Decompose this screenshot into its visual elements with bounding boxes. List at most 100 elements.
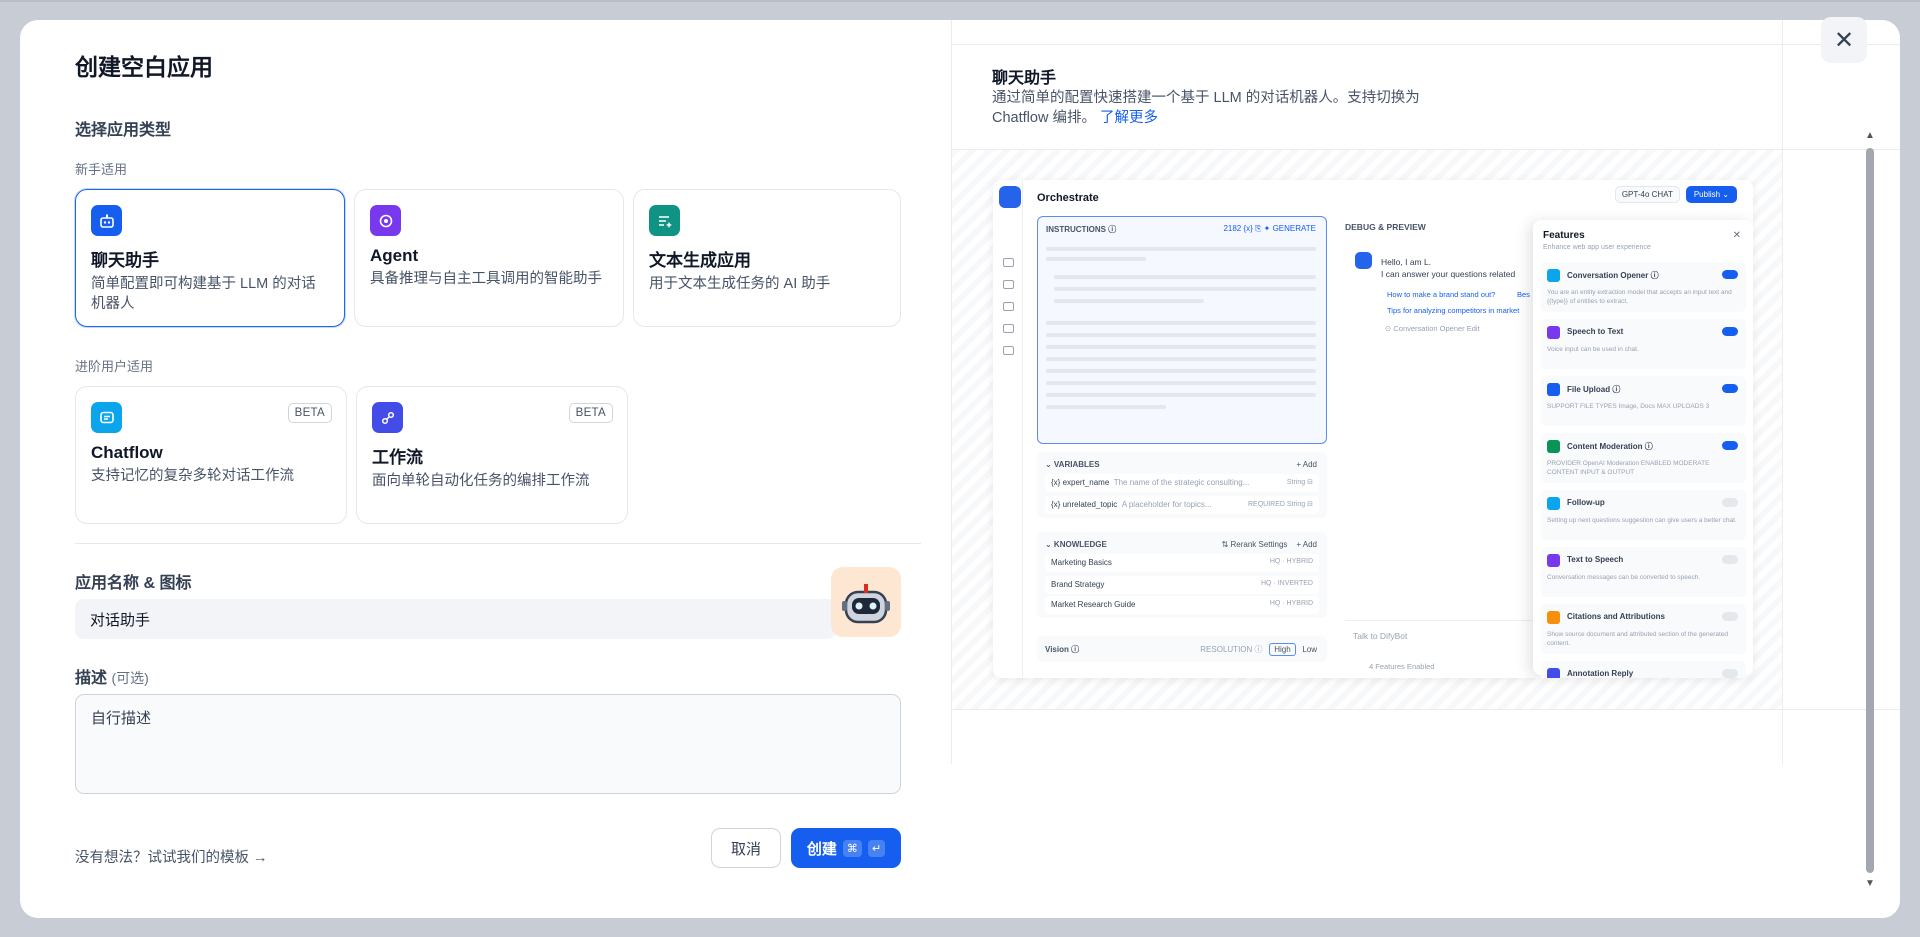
text-generate-icon bbox=[649, 205, 680, 236]
workflow-icon bbox=[372, 402, 403, 433]
placeholder-line bbox=[1046, 247, 1316, 251]
preview-variable-name: {x} expert_name bbox=[1051, 478, 1110, 487]
placeholder-line bbox=[1046, 369, 1316, 373]
app-type-card-chatflow[interactable]: BETA Chatflow 支持记忆的复杂多轮对话工作流 bbox=[75, 386, 347, 524]
learn-more-link[interactable]: 了解更多 bbox=[1100, 110, 1158, 126]
preview-feature-icon bbox=[1547, 668, 1560, 678]
preview-knowledge-tag: HQ · HYBRID bbox=[1269, 600, 1313, 607]
create-form-panel: 创建空白应用 选择应用类型 新手适用 聊天助手 简单配置即可构建基于 LLM 的… bbox=[20, 20, 951, 918]
preview-feature-name: Text to Speech bbox=[1567, 555, 1624, 564]
preview-feature-desc: Conversation messages can be converted t… bbox=[1547, 574, 1701, 581]
preview-feature-toggle bbox=[1722, 555, 1738, 564]
app-type-desc: 用于文本生成任务的 AI 助手 bbox=[649, 276, 831, 292]
preview-feature-icon bbox=[1547, 383, 1560, 396]
preview-knowledge-tag: HQ · INVERTED bbox=[1261, 580, 1313, 587]
preview-chat-message: Hello, I am L. I can answer your questio… bbox=[1381, 256, 1515, 280]
preview-chat-bot-icon bbox=[1355, 252, 1372, 269]
preview-instructions-box: INSTRUCTIONS ⓘ 2182 {x} ⎘ ✦ GENERATE bbox=[1037, 216, 1327, 444]
app-type-desc: 具备推理与自主工具调用的智能助手 bbox=[370, 271, 602, 287]
app-type-card-workflow[interactable]: BETA 工作流 面向单轮自动化任务的编排工作流 bbox=[356, 386, 628, 524]
preview-knowledge-row: Market Research Guide HQ · HYBRID bbox=[1045, 596, 1319, 614]
description-label-text: 描述 bbox=[75, 670, 108, 687]
placeholder-line bbox=[1046, 405, 1166, 409]
app-type-desc: 简单配置即可构建基于 LLM 的对话机器人 bbox=[91, 276, 316, 312]
preview-feature-toggle bbox=[1722, 498, 1738, 507]
preview-feature-icon bbox=[1547, 269, 1560, 282]
close-icon: ✕ bbox=[1833, 26, 1855, 54]
scroll-up-arrow-icon[interactable]: ▲ bbox=[1865, 130, 1875, 141]
preview-variable-type: REQUIRED String ⊟ bbox=[1248, 501, 1313, 508]
description-textarea[interactable]: 自行描述 bbox=[75, 694, 901, 794]
preview-vision-label: Vision ⓘ bbox=[1045, 645, 1080, 654]
preview-features-enabled: 4 Features Enabled bbox=[1369, 662, 1435, 671]
preview-model-selector: GPT-4o CHAT bbox=[1614, 186, 1680, 203]
preview-instructions-label: INSTRUCTIONS ⓘ bbox=[1046, 225, 1117, 234]
preview-suggestion-link: Tips for analyzing competitors in market bbox=[1387, 306, 1520, 315]
preview-knowledge-row: Marketing Basics HQ · HYBRID bbox=[1045, 554, 1319, 572]
preview-features-close-icon: ✕ bbox=[1732, 230, 1741, 241]
app-type-name: 工作流 bbox=[372, 448, 423, 467]
preview-rerank-settings: ⇅ Rerank Settings bbox=[1221, 540, 1288, 549]
preview-high-option: High bbox=[1269, 643, 1296, 656]
app-icon-picker[interactable] bbox=[831, 567, 901, 637]
preview-feature-icon bbox=[1547, 326, 1560, 339]
app-type-name: 文本生成应用 bbox=[649, 251, 751, 270]
preview-low-option: Low bbox=[1302, 645, 1317, 654]
app-name-input[interactable]: 对话助手 bbox=[75, 599, 836, 639]
preview-feature-item: Conversation Opener ⓘ You are an entity e… bbox=[1541, 262, 1746, 312]
app-type-name: 聊天助手 bbox=[91, 251, 159, 270]
preview-nav-icon bbox=[1003, 280, 1014, 289]
preview-feature-item: Text to Speech Conversation messages can … bbox=[1541, 547, 1746, 597]
preview-debug-title: DEBUG & PREVIEW bbox=[1345, 222, 1426, 232]
preview-feature-icon bbox=[1547, 497, 1560, 510]
preview-model-name: GPT-4o bbox=[1621, 190, 1650, 199]
close-button[interactable]: ✕ bbox=[1821, 17, 1867, 63]
preview-feature-toggle bbox=[1722, 612, 1738, 621]
preview-knowledge-box: ⌄ KNOWLEDGE ⇅ Rerank Settings + Add Mark… bbox=[1037, 532, 1327, 618]
placeholder-line bbox=[1046, 345, 1316, 349]
preview-feature-desc: You are an entity extraction model that … bbox=[1547, 289, 1732, 305]
preview-resolution: RESOLUTION ⓘ High Low bbox=[1200, 643, 1317, 656]
preview-sidebar bbox=[993, 180, 1023, 678]
preview-feature-item: Annotation Reply bbox=[1541, 661, 1746, 678]
preview-chat-input-placeholder: Talk to DifyBot bbox=[1353, 631, 1408, 641]
app-type-card-agent[interactable]: Agent 具备推理与自主工具调用的智能助手 bbox=[354, 189, 624, 327]
preview-vision-box: Vision ⓘ RESOLUTION ⓘ High Low bbox=[1037, 636, 1327, 662]
preview-knowledge-label: ⌄ KNOWLEDGE bbox=[1045, 540, 1107, 549]
preview-knowledge-name: Brand Strategy bbox=[1051, 580, 1105, 589]
preview-model-tag: CHAT bbox=[1651, 190, 1673, 199]
preview-feature-item: Speech to Text Voice input can be used in… bbox=[1541, 319, 1746, 369]
scroll-down-arrow-icon[interactable]: ▼ bbox=[1865, 878, 1875, 889]
optional-hint: (可选) bbox=[111, 670, 149, 686]
preview-feature-desc: Setting up next questions suggestion can… bbox=[1547, 517, 1737, 524]
preview-variables-box: ⌄ VARIABLES + Add {x} expert_name The na… bbox=[1037, 452, 1327, 518]
scrollbar-thumb[interactable] bbox=[1866, 148, 1874, 873]
preview-suggestion-link: How to make a brand stand out? bbox=[1387, 290, 1496, 299]
try-template-link[interactable]: 没有想法？试试我们的模板 → bbox=[75, 846, 268, 867]
create-button[interactable]: 创建 ⌘ ↵ bbox=[791, 828, 901, 868]
app-type-card-text-generator[interactable]: 文本生成应用 用于文本生成任务的 AI 助手 bbox=[633, 189, 901, 327]
preview-description: 通过简单的配置快速搭建一个基于 LLM 的对话机器人。支持切换为 Chatflo… bbox=[992, 88, 1472, 128]
preview-feature-name: Follow-up bbox=[1567, 498, 1605, 507]
placeholder-line bbox=[1054, 299, 1204, 303]
placeholder-line bbox=[1046, 321, 1316, 325]
preview-feature-toggle bbox=[1722, 384, 1738, 393]
app-name-label: 应用名称 & 图标 bbox=[75, 575, 192, 592]
preview-feature-desc: SUPPORT FILE TYPES Image, Docs MAX UPLOA… bbox=[1547, 403, 1710, 410]
preview-feature-name: Citations and Attributions bbox=[1567, 612, 1665, 621]
preview-variables-label: ⌄ VARIABLES bbox=[1045, 460, 1100, 469]
preview-chat-hello: Hello, I am L. bbox=[1381, 257, 1432, 267]
preview-feature-item: Follow-up Setting up next questions sugge… bbox=[1541, 490, 1746, 540]
description-label: 描述 (可选) bbox=[75, 664, 149, 688]
preview-variable-desc: A placeholder for topics... bbox=[1121, 500, 1212, 509]
chat-bot-icon bbox=[91, 205, 122, 236]
preview-instructions-meta: 2182 {x} ⎘ ✦ GENERATE bbox=[1223, 224, 1316, 233]
preview-suggestion-link: Bes bbox=[1517, 290, 1530, 299]
preview-feature-toggle bbox=[1722, 327, 1738, 336]
preview-chat-line: I can answer your questions related bbox=[1381, 269, 1516, 279]
preview-publish-button: Publish ⌄ bbox=[1685, 186, 1737, 203]
app-type-card-chatbot[interactable]: 聊天助手 简单配置即可构建基于 LLM 的对话机器人 bbox=[75, 189, 345, 327]
cancel-button[interactable]: 取消 bbox=[711, 828, 781, 868]
preview-features-panel: Features Enhance web app user experience… bbox=[1533, 220, 1753, 678]
app-type-desc: 支持记忆的复杂多轮对话工作流 bbox=[91, 468, 294, 484]
